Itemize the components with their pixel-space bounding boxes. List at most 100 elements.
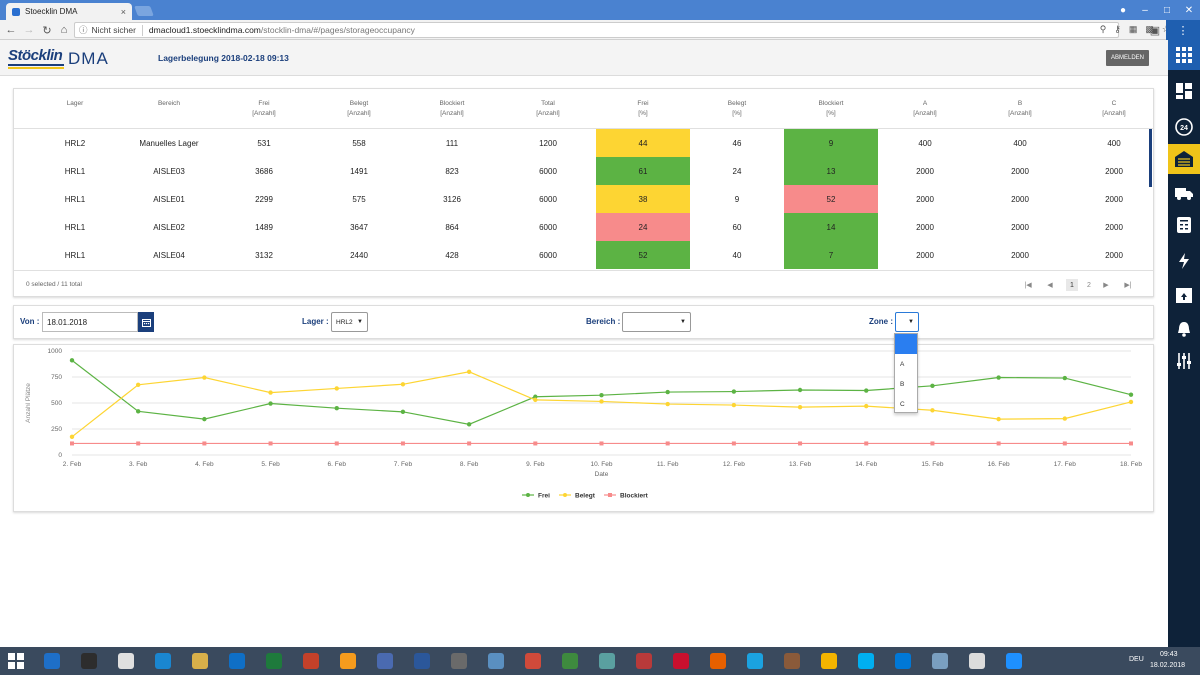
- calendar-icon[interactable]: [138, 312, 154, 332]
- taskbar-app-icon[interactable]: [747, 653, 763, 669]
- page-button-2[interactable]: 2: [1083, 279, 1095, 291]
- dashboard-icon[interactable]: [1168, 76, 1200, 106]
- column-header[interactable]: Frei [%]: [603, 99, 683, 119]
- column-header[interactable]: Total [Anzahl]: [508, 99, 588, 119]
- table-row[interactable]: HRL1 AISLE04 3132 2440 428 6000 52 40 7 2000 2000 2…: [14, 241, 1153, 269]
- box-upload-icon[interactable]: [1168, 280, 1200, 310]
- settings-sliders-icon[interactable]: [1168, 346, 1200, 376]
- column-header[interactable]: Frei [Anzahl]: [224, 99, 304, 119]
- page-title: Lagerbelegung 2018-02-18 09:13: [158, 53, 289, 63]
- page-button-1[interactable]: 1: [1066, 279, 1078, 291]
- taskbar-app-icon[interactable]: [340, 653, 356, 669]
- taskbar-time[interactable]: 09:43: [1160, 651, 1178, 658]
- column-header[interactable]: B [Anzahl]: [980, 99, 1060, 119]
- taskbar-app-icon[interactable]: [599, 653, 615, 669]
- taskbar-app-icon[interactable]: [858, 653, 874, 669]
- key-icon[interactable]: ⚷: [1114, 24, 1121, 35]
- lager-select[interactable]: HRL2 ▼: [331, 312, 368, 332]
- zone-option[interactable]: C: [895, 394, 917, 414]
- forward-icon[interactable]: →: [22, 23, 36, 37]
- bereich-select[interactable]: ▼: [622, 312, 691, 332]
- taskbar-app-icon[interactable]: [81, 653, 97, 669]
- info-icon[interactable]: ⓘ: [79, 24, 88, 36]
- prev-page-button[interactable]: ◀: [1039, 279, 1061, 291]
- browser-menu-icon[interactable]: ⋮: [1166, 20, 1200, 40]
- column-header[interactable]: Belegt [%]: [697, 99, 777, 119]
- taskbar-app-icon[interactable]: [377, 653, 393, 669]
- taskbar-app-icon[interactable]: [192, 653, 208, 669]
- taskbar-app-icon[interactable]: [525, 653, 541, 669]
- taskbar-app-icon[interactable]: [636, 653, 652, 669]
- bell-icon[interactable]: [1168, 314, 1200, 344]
- table-row[interactable]: HRL2 Manuelles Lager 531 558 111 1200 44 46 9 400…: [14, 129, 1153, 157]
- table-cell: 13: [784, 157, 878, 185]
- tab-title: Stoecklin DMA: [25, 7, 78, 16]
- table-row[interactable]: HRL1 AISLE03 3686 1491 823 6000 61 24 13 2000 2000…: [14, 157, 1153, 185]
- close-window-icon[interactable]: ✕: [1176, 0, 1200, 20]
- column-header[interactable]: Bereich: [129, 99, 209, 109]
- back-icon[interactable]: ←: [4, 23, 18, 37]
- zone-select[interactable]: ▼: [895, 312, 919, 332]
- taskbar-app-icon[interactable]: [710, 653, 726, 669]
- taskbar-date[interactable]: 18.02.2018: [1150, 662, 1185, 669]
- von-date-input[interactable]: 18.01.2018: [42, 312, 138, 332]
- first-page-button[interactable]: |◀: [1017, 279, 1039, 291]
- taskbar-app-icon[interactable]: [562, 653, 578, 669]
- taskbar-app-icon[interactable]: [44, 653, 60, 669]
- column-header[interactable]: A [Anzahl]: [885, 99, 965, 119]
- table-row[interactable]: HRL1 AISLE02 1489 3647 864 6000 24 60 14 2000 2000…: [14, 213, 1153, 241]
- table-row[interactable]: HRL1 AISLE01 2299 575 3126 6000 38 9 52 2000 2000 2…: [14, 185, 1153, 213]
- taskbar-app-icon[interactable]: [451, 653, 467, 669]
- column-header[interactable]: Blockiert [%]: [791, 99, 871, 119]
- table-cell: 2000: [916, 250, 934, 260]
- taskbar-app-icon[interactable]: [1006, 653, 1022, 669]
- zoom-icon[interactable]: ⚲: [1100, 24, 1107, 35]
- taskbar-app-icon[interactable]: [488, 653, 504, 669]
- browser-tab[interactable]: Stoecklin DMA ×: [6, 3, 132, 20]
- address-separator: [141, 24, 143, 36]
- logo-product: DMA: [68, 49, 109, 68]
- taskbar-app-icon[interactable]: [932, 653, 948, 669]
- history-24-icon[interactable]: 24: [1168, 112, 1200, 142]
- taskbar-app-icon[interactable]: [266, 653, 282, 669]
- address-bar[interactable]: ⓘ Nicht sicher dmacloud1.stoecklindma.co…: [74, 22, 1119, 38]
- logout-button[interactable]: ABMELDEN: [1106, 50, 1149, 66]
- taskbar-app-icon[interactable]: [118, 653, 134, 669]
- taskbar-app-icon[interactable]: [673, 653, 689, 669]
- taskbar-lang[interactable]: DEU: [1129, 656, 1144, 663]
- translate-icon[interactable]: ▦: [1129, 24, 1138, 35]
- next-page-button[interactable]: ▶: [1095, 279, 1117, 291]
- calculator-icon[interactable]: [1168, 210, 1200, 240]
- zone-option[interactable]: [895, 334, 917, 354]
- new-tab-button[interactable]: [134, 6, 154, 16]
- truck-icon[interactable]: [1168, 178, 1200, 208]
- zone-option[interactable]: A: [895, 354, 917, 374]
- column-header[interactable]: Lager: [35, 99, 115, 109]
- last-page-button[interactable]: ▶|: [1117, 279, 1139, 291]
- column-header[interactable]: Blockiert [Anzahl]: [412, 99, 492, 119]
- home-icon[interactable]: ⌂: [57, 23, 71, 37]
- taskbar-app-icon[interactable]: [414, 653, 430, 669]
- column-header-unit: [%]: [826, 110, 836, 117]
- table-cell: HRL1: [64, 222, 86, 232]
- zone-option[interactable]: B: [895, 374, 917, 394]
- table-scrollbar[interactable]: [1149, 129, 1152, 187]
- stocklin-logo[interactable]: Stöcklin DMA: [8, 47, 116, 69]
- taskbar-app-icon[interactable]: [784, 653, 800, 669]
- column-header[interactable]: C [Anzahl]: [1074, 99, 1154, 119]
- tab-close-icon[interactable]: ×: [121, 7, 126, 17]
- lightning-icon[interactable]: [1168, 246, 1200, 276]
- taskbar-app-icon[interactable]: [229, 653, 245, 669]
- column-header[interactable]: Belegt [Anzahl]: [319, 99, 399, 119]
- taskbar-app-icon[interactable]: [303, 653, 319, 669]
- taskbar-app-icon[interactable]: [969, 653, 985, 669]
- storage-icon[interactable]: [1168, 144, 1200, 174]
- extension-puzzle-icon[interactable]: ▣: [1148, 23, 1162, 37]
- table-cell: 2299: [255, 194, 273, 204]
- taskbar-app-icon[interactable]: [821, 653, 837, 669]
- reload-icon[interactable]: ↻: [40, 23, 54, 37]
- taskbar-app-icon[interactable]: [155, 653, 171, 669]
- taskbar-app-icon[interactable]: [895, 653, 911, 669]
- apps-grid-icon[interactable]: [1168, 40, 1200, 70]
- start-icon[interactable]: [8, 653, 24, 669]
